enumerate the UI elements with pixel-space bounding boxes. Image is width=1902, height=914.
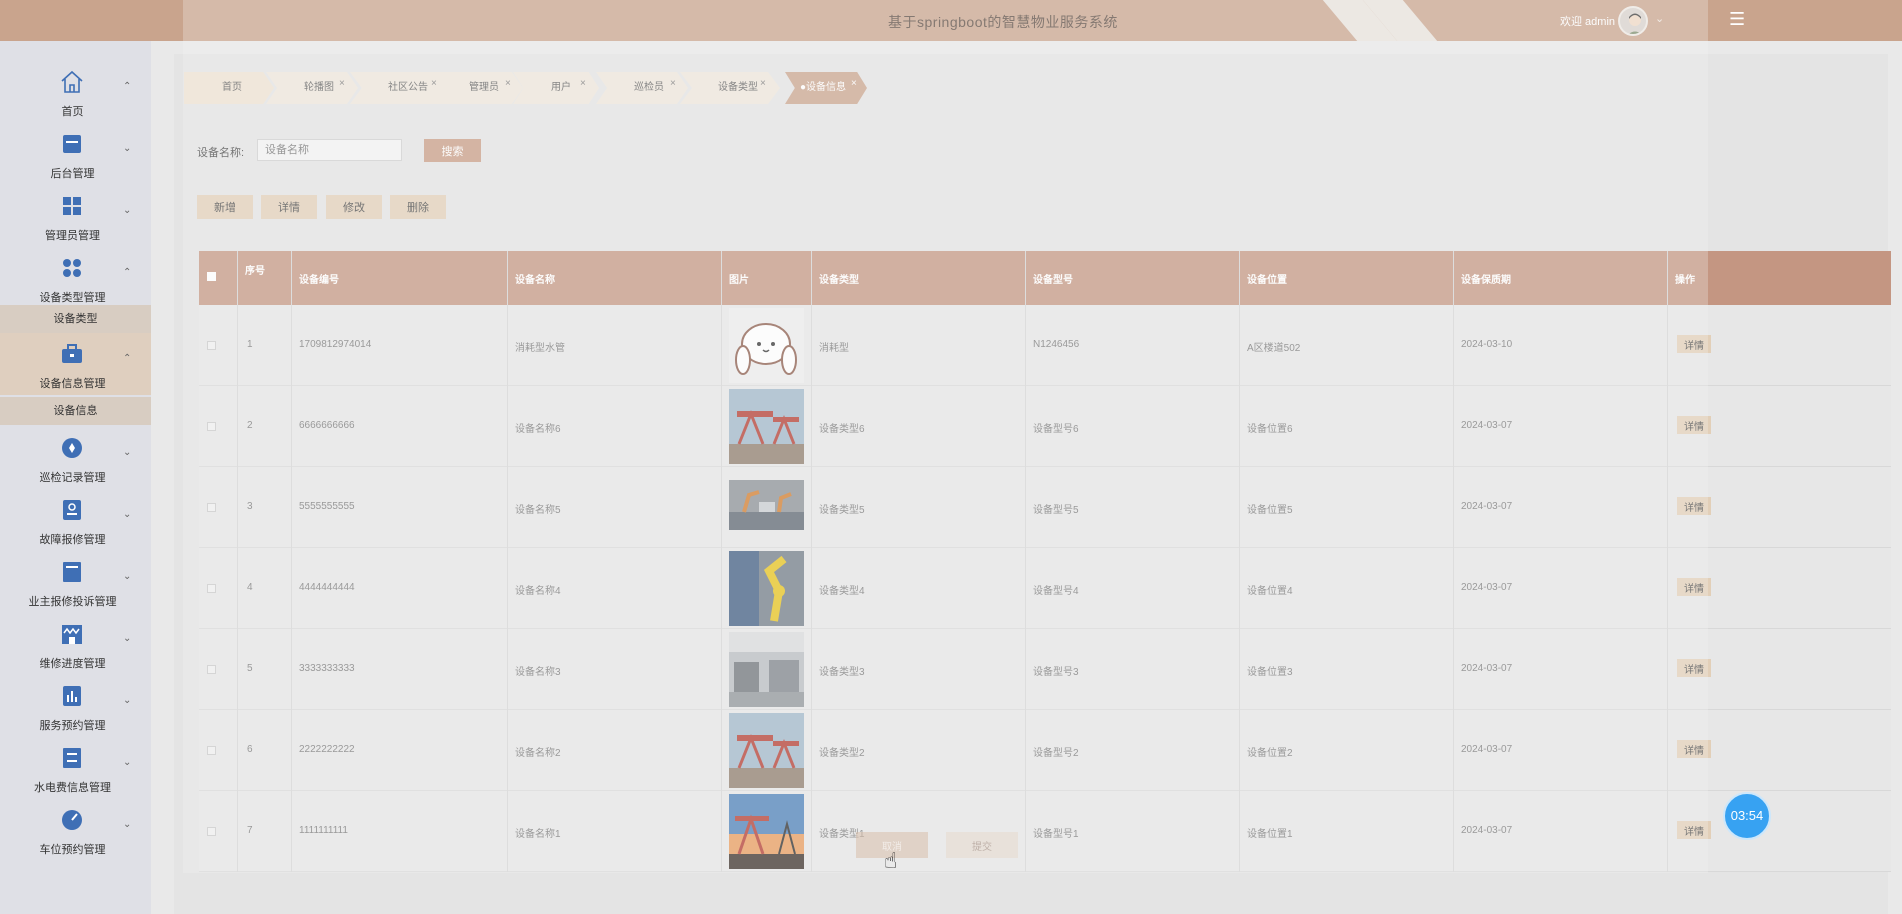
briefcase-icon [62,344,82,363]
chevron-up-icon: ⌃ [123,81,132,92]
sidebar-item-label: 业主报修投诉管理 [28,596,117,608]
chevron-down-icon: ⌄ [123,571,132,582]
sidebar-item-label: 服务预约管理 [39,720,106,732]
sidebar-item-service-booking[interactable]: 服务预约管理 ⌄ [0,675,151,737]
sidebar-item-label: 故障报修管理 [39,534,106,546]
chevron-up-icon: ⌃ [123,353,132,364]
chevron-down-icon: ⌄ [123,757,132,768]
sidebar-item-label: 巡检记录管理 [39,472,106,484]
sidebar-item-complaint[interactable]: 业主报修投诉管理 ⌄ [0,551,151,613]
id-card-icon [63,500,81,520]
grid-icon [63,197,81,215]
sidebar-item-label: 后台管理 [50,168,95,180]
chevron-down-icon: ⌄ [123,143,132,154]
compass-icon [62,438,82,458]
sidebar-item-label: 水电费信息管理 [34,782,111,794]
sidebar-item-fault[interactable]: 故障报修管理 ⌄ [0,489,151,551]
gauge-icon [62,810,82,830]
sidebar-item-label: 维修进度管理 [39,658,106,670]
archive-icon [63,748,81,768]
sidebar-item-label: 设备信息管理 [39,378,106,390]
chevron-down-icon: ⌄ [123,695,132,706]
sidebar-item-admin[interactable]: 管理员管理 ⌄ [0,185,151,247]
modal-overlay [183,0,1708,873]
form-icon [63,562,81,582]
apps-icon [63,259,81,277]
sidebar-item-label: 设备类型管理 [39,292,106,304]
chevron-down-icon: ⌄ [123,447,132,458]
chevron-down-icon: ⌄ [123,509,132,520]
sidebar-item-label: 首页 [61,106,84,118]
sidebar-item-device-info[interactable]: 设备信息管理 ⌃ [0,333,151,395]
chart-icon [63,686,81,706]
sidebar-item-inspection[interactable]: 巡检记录管理 ⌄ [0,427,151,489]
sidebar-item-utility[interactable]: 水电费信息管理 ⌄ [0,737,151,799]
chevron-down-icon: ⌄ [123,633,132,644]
modal-submit-button[interactable]: 提交 [946,832,1018,858]
sidebar-subitem-device-type[interactable]: 设备类型 [0,305,151,333]
sidebar-item-home[interactable]: 首页 ⌃ [0,61,151,123]
sidebar-item-label: 管理员管理 [45,230,100,242]
folder-icon [63,135,81,153]
chevron-down-icon: ⌄ [123,819,132,830]
sidebar-item-repair-progress[interactable]: 维修进度管理 ⌄ [0,613,151,675]
home-icon [61,70,83,93]
sidebar-item-device-type[interactable]: 设备类型管理 ⌃ [0,247,151,309]
hand-cursor-icon: ☝ [884,848,898,873]
sidebar-item-label: 车位预约管理 [39,844,106,856]
chevron-up-icon: ⌃ [123,267,132,278]
sidebar: 首页 ⌃ 后台管理 ⌄ 管理员管理 ⌄ 设备类型管理 ⌃ 设备类型 设备信息管理… [0,41,151,914]
chevron-down-icon: ⌄ [123,205,132,216]
hamburger-menu-icon[interactable]: ☰ [1729,9,1745,30]
store-icon [62,625,82,644]
sidebar-item-parking[interactable]: 车位预约管理 ⌄ [0,799,151,861]
sidebar-item-backend[interactable]: 后台管理 ⌄ [0,123,151,185]
sidebar-subitem-device-info[interactable]: 设备信息 [0,397,151,425]
countdown-timer: 03:54 [1723,792,1771,840]
